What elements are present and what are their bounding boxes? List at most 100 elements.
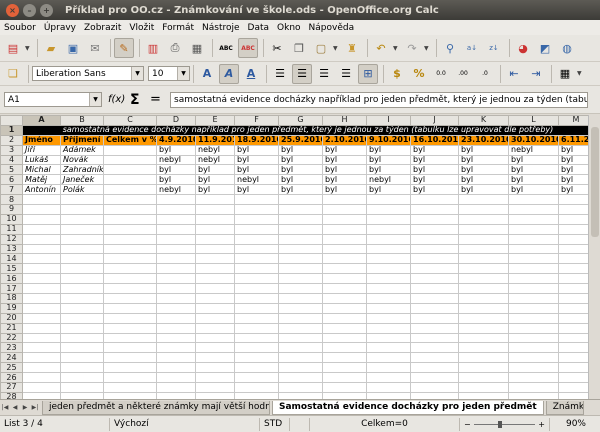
cell[interactable]: byl — [195, 184, 235, 196]
cell[interactable] — [366, 194, 411, 206]
zoom-track[interactable] — [473, 420, 536, 428]
new-dropdown-icon[interactable]: ▼ — [25, 45, 32, 52]
cell[interactable] — [458, 372, 509, 384]
cell[interactable] — [195, 382, 235, 393]
new-document-icon[interactable]: ▤ — [3, 38, 23, 58]
cell[interactable] — [322, 283, 367, 295]
cell[interactable] — [508, 312, 559, 324]
cell[interactable] — [322, 293, 367, 304]
cell[interactable] — [22, 332, 61, 344]
cell[interactable] — [322, 352, 367, 364]
cell[interactable] — [103, 332, 157, 344]
column-header-g[interactable]: G — [278, 115, 323, 126]
cell[interactable] — [410, 293, 459, 304]
cell[interactable] — [558, 332, 588, 344]
cell[interactable] — [458, 273, 509, 285]
row-header[interactable]: 19 — [0, 302, 23, 314]
cell[interactable] — [103, 263, 157, 275]
zoom-slider[interactable]: − + — [460, 417, 550, 431]
cell[interactable] — [60, 342, 104, 354]
cell[interactable] — [322, 243, 367, 255]
cell[interactable] — [278, 322, 323, 334]
cell[interactable] — [234, 322, 279, 334]
column-header-b[interactable]: B — [60, 115, 104, 126]
cell[interactable] — [156, 382, 196, 393]
cell[interactable] — [234, 302, 279, 314]
column-header-e[interactable]: E — [195, 115, 235, 126]
cell[interactable] — [195, 293, 235, 304]
save-icon[interactable]: ▣ — [63, 38, 83, 58]
cell[interactable]: byl — [234, 184, 279, 196]
cell[interactable] — [156, 273, 196, 285]
cell[interactable] — [366, 293, 411, 304]
cell[interactable] — [22, 273, 61, 285]
last-sheet-icon[interactable]: ▶| — [30, 402, 40, 414]
cell[interactable] — [234, 372, 279, 384]
cell[interactable] — [508, 302, 559, 314]
clone-formatting-icon[interactable]: ♜ — [342, 38, 362, 58]
column-header-d[interactable]: D — [156, 115, 196, 126]
paste-dropdown-icon[interactable]: ▼ — [333, 45, 340, 52]
cell[interactable]: byl — [558, 144, 588, 156]
cell[interactable] — [103, 233, 157, 245]
cell[interactable] — [458, 283, 509, 295]
column-header-j[interactable]: J — [410, 115, 459, 126]
cell-header[interactable]: 30.10.2010 — [508, 134, 559, 146]
cell-header[interactable]: 18.9.2010 — [234, 134, 279, 146]
cell[interactable] — [103, 213, 157, 225]
cell[interactable]: byl — [278, 164, 323, 176]
cell[interactable] — [458, 223, 509, 235]
row-header[interactable]: 14 — [0, 253, 23, 265]
cell[interactable] — [195, 362, 235, 374]
cell[interactable] — [558, 263, 588, 275]
cell[interactable] — [410, 322, 459, 334]
close-window-button[interactable]: × — [6, 3, 19, 17]
cell[interactable] — [366, 342, 411, 354]
cell[interactable] — [60, 213, 104, 225]
cell[interactable] — [410, 302, 459, 314]
cell[interactable] — [558, 233, 588, 245]
cell[interactable] — [195, 213, 235, 225]
row-header[interactable]: 26 — [0, 372, 23, 384]
show-draw-functions-icon[interactable]: ◩ — [535, 38, 555, 58]
cell[interactable]: Zahradník — [60, 164, 104, 176]
cell[interactable] — [103, 243, 157, 255]
cell[interactable] — [234, 263, 279, 275]
cell[interactable] — [558, 283, 588, 295]
cell[interactable] — [508, 362, 559, 374]
row-header[interactable]: 12 — [0, 233, 23, 245]
cell[interactable]: byl — [410, 184, 459, 196]
row-header[interactable]: 27 — [0, 382, 23, 393]
cell[interactable] — [558, 372, 588, 384]
cell[interactable] — [366, 253, 411, 265]
cell[interactable] — [278, 233, 323, 245]
cell[interactable] — [22, 233, 61, 245]
row-header[interactable]: 21 — [0, 322, 23, 334]
cell[interactable] — [103, 253, 157, 265]
cell[interactable] — [366, 263, 411, 275]
navigator-icon[interactable]: ◍ — [557, 38, 577, 58]
cell[interactable] — [322, 382, 367, 393]
cell[interactable]: byl — [366, 144, 411, 156]
borders-dropdown-icon[interactable]: ▼ — [577, 70, 584, 77]
cell[interactable] — [156, 372, 196, 384]
cell[interactable] — [508, 273, 559, 285]
cell-header[interactable]: Celkem v % — [103, 134, 157, 146]
cell[interactable] — [103, 312, 157, 324]
cell[interactable] — [558, 322, 588, 334]
cell[interactable] — [195, 342, 235, 354]
cell[interactable] — [458, 263, 509, 275]
sheet-tab-3[interactable]: Samostatná evidence docházky pro jeden p… — [272, 400, 544, 415]
row-header[interactable]: 7 — [0, 184, 23, 196]
row-header[interactable]: 20 — [0, 312, 23, 324]
cell[interactable] — [234, 283, 279, 295]
cell[interactable] — [558, 302, 588, 314]
cell[interactable] — [508, 372, 559, 384]
cell[interactable] — [103, 352, 157, 364]
cell[interactable]: byl — [156, 164, 196, 176]
cell[interactable] — [558, 342, 588, 354]
cell[interactable] — [22, 352, 61, 364]
cell[interactable] — [234, 233, 279, 245]
cell[interactable] — [22, 372, 61, 384]
justify-icon[interactable]: ☰ — [336, 64, 356, 84]
